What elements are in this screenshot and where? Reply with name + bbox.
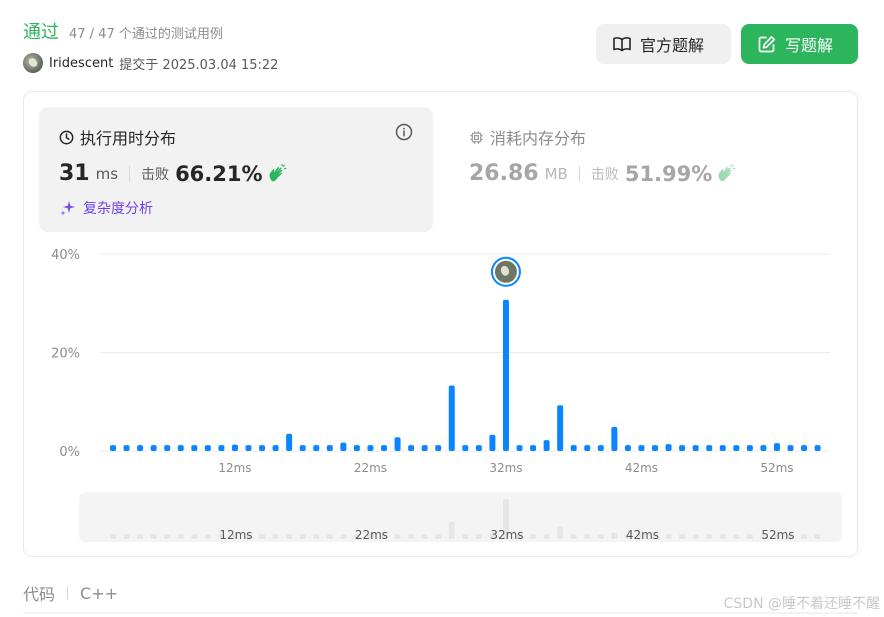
write-solution-button[interactable]: 写题解 bbox=[741, 24, 858, 64]
book-open-icon bbox=[613, 37, 631, 52]
code-language[interactable]: C++ bbox=[80, 584, 118, 603]
divider bbox=[67, 586, 69, 600]
submitted-time: 提交于 2025.03.04 15:22 bbox=[119, 57, 279, 73]
navigator-bar bbox=[733, 534, 740, 539]
navigator-bar bbox=[746, 534, 753, 539]
navigator-bar bbox=[597, 534, 604, 539]
navigator-bar bbox=[679, 534, 686, 539]
navigator-bar bbox=[462, 534, 469, 539]
navigator-bar bbox=[557, 526, 564, 539]
navigator-bar bbox=[435, 534, 442, 539]
navigator-tick-label: 42ms bbox=[626, 528, 659, 542]
code-header: 代码 C++ bbox=[23, 581, 118, 605]
navigator-bar bbox=[137, 534, 144, 539]
navigator-bar bbox=[611, 532, 618, 539]
navigator-bar bbox=[394, 534, 401, 539]
navigator-bar bbox=[692, 534, 699, 539]
navigator-bar bbox=[340, 534, 347, 539]
official-solution-button[interactable]: 官方题解 bbox=[596, 24, 731, 64]
navigator-bar bbox=[313, 534, 320, 539]
result-panel: 执行用时分布 31 ms 击败 66.21% 复杂度分析 消耗内存分布 26.8… bbox=[23, 91, 858, 557]
navigator-bar bbox=[814, 534, 821, 539]
edit-icon bbox=[758, 35, 776, 53]
navigator-tick-label: 52ms bbox=[761, 528, 794, 542]
navigator-bar bbox=[801, 534, 808, 539]
navigator-bar bbox=[706, 534, 713, 539]
watermark: CSDN @睡不着还睡不醒 bbox=[723, 596, 880, 612]
navigator-bar bbox=[299, 534, 306, 539]
navigator-bar bbox=[286, 534, 293, 539]
passed-cases: 47 / 47 个通过的测试用例 bbox=[69, 27, 223, 42]
avatar[interactable] bbox=[23, 53, 43, 73]
user-name[interactable]: Iridescent bbox=[49, 56, 113, 71]
navigator-bar bbox=[110, 534, 116, 539]
navigator-tick-label: 32ms bbox=[490, 528, 523, 542]
navigator-bar bbox=[719, 534, 726, 539]
navigator-bar bbox=[164, 534, 171, 539]
navigator-bar bbox=[191, 534, 198, 539]
navigator-tick-label: 22ms bbox=[355, 528, 388, 542]
navigator-bar bbox=[475, 534, 482, 539]
write-solution-label: 写题解 bbox=[785, 36, 834, 55]
navigator-bar bbox=[543, 534, 550, 539]
navigator-tick-label: 12ms bbox=[219, 528, 252, 542]
navigator-bar bbox=[408, 534, 415, 539]
navigator-bar bbox=[570, 534, 577, 539]
navigator-bar bbox=[421, 534, 428, 539]
code-label: 代码 bbox=[23, 585, 56, 604]
official-solution-label: 官方题解 bbox=[640, 36, 705, 55]
navigator-bar bbox=[150, 534, 157, 539]
navigator-bar bbox=[123, 534, 130, 539]
navigator-bar bbox=[259, 534, 266, 539]
navigator-bar bbox=[272, 534, 279, 539]
navigator-bar bbox=[584, 534, 591, 539]
navigator-bar bbox=[204, 534, 211, 539]
submitter-row: Iridescent 提交于 2025.03.04 15:22 bbox=[23, 53, 278, 73]
submission-header: 通过 47 / 47 个通过的测试用例 Iridescent 提交于 2025.… bbox=[23, 18, 278, 73]
navigator-bar bbox=[665, 534, 672, 539]
runtime-range-navigator[interactable]: 12ms 22ms 32ms 42ms 52ms bbox=[24, 92, 859, 558]
navigator-bar bbox=[177, 534, 184, 539]
navigator-bar bbox=[448, 521, 455, 539]
status-label: 通过 bbox=[23, 22, 59, 43]
navigator-bar bbox=[326, 534, 333, 539]
navigator-bar bbox=[530, 534, 537, 539]
